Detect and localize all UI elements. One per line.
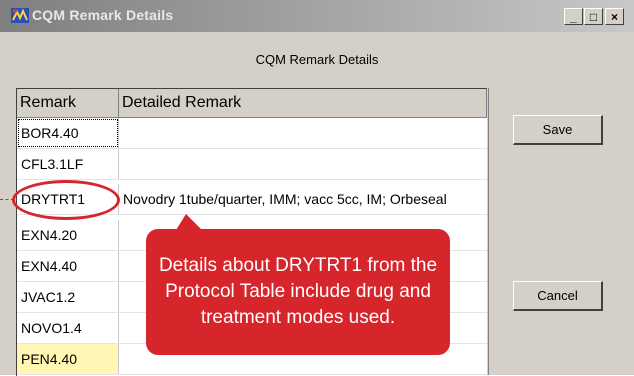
- save-button[interactable]: Save: [513, 115, 603, 145]
- remark-cell[interactable]: NOVO1.4: [17, 313, 119, 343]
- window-controls: _ □ ×: [564, 8, 624, 25]
- title-bar[interactable]: CQM Remark Details _ □ ×: [0, 0, 634, 32]
- remark-cell[interactable]: CFL3.1LF: [17, 149, 119, 179]
- callout-pointer: [176, 214, 202, 230]
- detail-cell[interactable]: Novodry 1tube/quarter, IMM; vacc 5cc, IM…: [119, 184, 487, 214]
- annotation-highlight-circle: [12, 180, 120, 220]
- window-title: CQM Remark Details: [32, 7, 174, 23]
- detail-cell[interactable]: [119, 118, 487, 148]
- table-header: Remark Detailed Remark: [17, 89, 487, 118]
- cqm-app-icon: [11, 8, 29, 23]
- cqm-remark-window: CQM Remark Details _ □ × CQM Remark Deta…: [0, 0, 634, 376]
- close-button[interactable]: ×: [605, 8, 624, 25]
- minimize-button[interactable]: _: [564, 8, 583, 25]
- detail-cell[interactable]: [119, 149, 487, 179]
- button-panel: Save Cancel: [488, 88, 634, 375]
- dialog-header: CQM Remark Details: [0, 34, 634, 86]
- remark-cell[interactable]: PEN4.40: [17, 344, 119, 374]
- column-header-remark[interactable]: Remark: [17, 89, 119, 117]
- maximize-button[interactable]: □: [584, 8, 603, 25]
- table-row[interactable]: CFL3.1LF: [17, 149, 487, 180]
- column-header-detailed-remark[interactable]: Detailed Remark: [119, 89, 487, 117]
- remark-cell[interactable]: EXN4.20: [17, 220, 119, 250]
- remark-cell[interactable]: BOR4.40: [17, 118, 119, 148]
- remark-cell[interactable]: JVAC1.2: [17, 282, 119, 312]
- header-title: CQM Remark Details: [255, 52, 379, 67]
- cancel-button[interactable]: Cancel: [513, 281, 603, 311]
- remark-cell[interactable]: EXN4.40: [17, 251, 119, 281]
- annotation-callout: Details about DRYTRT1 from the Protocol …: [146, 229, 450, 355]
- table-row[interactable]: BOR4.40: [17, 118, 487, 149]
